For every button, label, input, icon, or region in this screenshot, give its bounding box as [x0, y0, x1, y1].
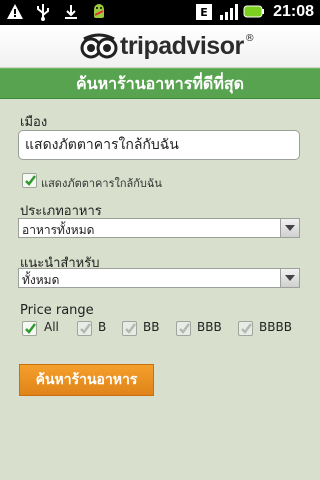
price-bb-checkbox[interactable] — [122, 321, 137, 336]
nearby-checkbox-label: แสดงภัตตาคารใกล้กับฉัน — [41, 177, 162, 190]
nearby-checkbox[interactable] — [22, 173, 37, 188]
price-bbb-label: BBB — [197, 320, 222, 334]
chevron-down-icon — [280, 219, 299, 237]
android-icon — [90, 3, 108, 21]
price-range-label: Price range — [20, 303, 94, 318]
logo-text: tripadvisor — [120, 32, 244, 60]
cuisine-select[interactable]: อาหารทั้งหมด — [18, 218, 300, 238]
clock: 21:08 — [273, 3, 314, 20]
recommended-select[interactable]: ทั้งหมด — [18, 268, 300, 288]
battery-icon — [243, 3, 265, 21]
price-b-checkbox[interactable] — [77, 321, 92, 336]
price-bbb-checkbox[interactable] — [176, 321, 191, 336]
price-bbbb-checkbox[interactable] — [238, 321, 253, 336]
network-type-icon: E — [195, 3, 213, 21]
owl-eyes-icon — [80, 33, 118, 61]
registered-mark: ® — [244, 33, 255, 44]
cuisine-select-value: อาหารทั้งหมด — [22, 223, 95, 237]
price-bb-label: BB — [143, 320, 160, 334]
price-bbbb-label: BBBB — [259, 320, 292, 334]
price-all-checkbox[interactable] — [22, 321, 37, 336]
tripadvisor-logo: tripadvisor ® — [80, 32, 255, 61]
warning-icon — [6, 3, 24, 21]
app-header: tripadvisor ® — [0, 25, 320, 68]
city-input[interactable]: แสดงภัตตาคารใกล้กับฉัน — [18, 130, 300, 160]
price-all-label: All — [44, 320, 59, 334]
usb-icon — [34, 3, 52, 21]
svg-text:E: E — [200, 6, 208, 19]
city-label: เมือง — [20, 115, 48, 130]
page-title: ค้นหาร้านอาหารที่ดีที่สุด — [0, 68, 320, 99]
download-icon — [62, 3, 80, 21]
price-b-label: B — [98, 320, 107, 334]
signal-icon — [219, 3, 239, 21]
status-bar: E 21:08 — [0, 0, 320, 25]
search-restaurants-button[interactable]: ค้นหาร้านอาหาร — [19, 364, 154, 396]
chevron-down-icon — [280, 269, 299, 287]
recommended-select-value: ทั้งหมด — [22, 273, 60, 287]
